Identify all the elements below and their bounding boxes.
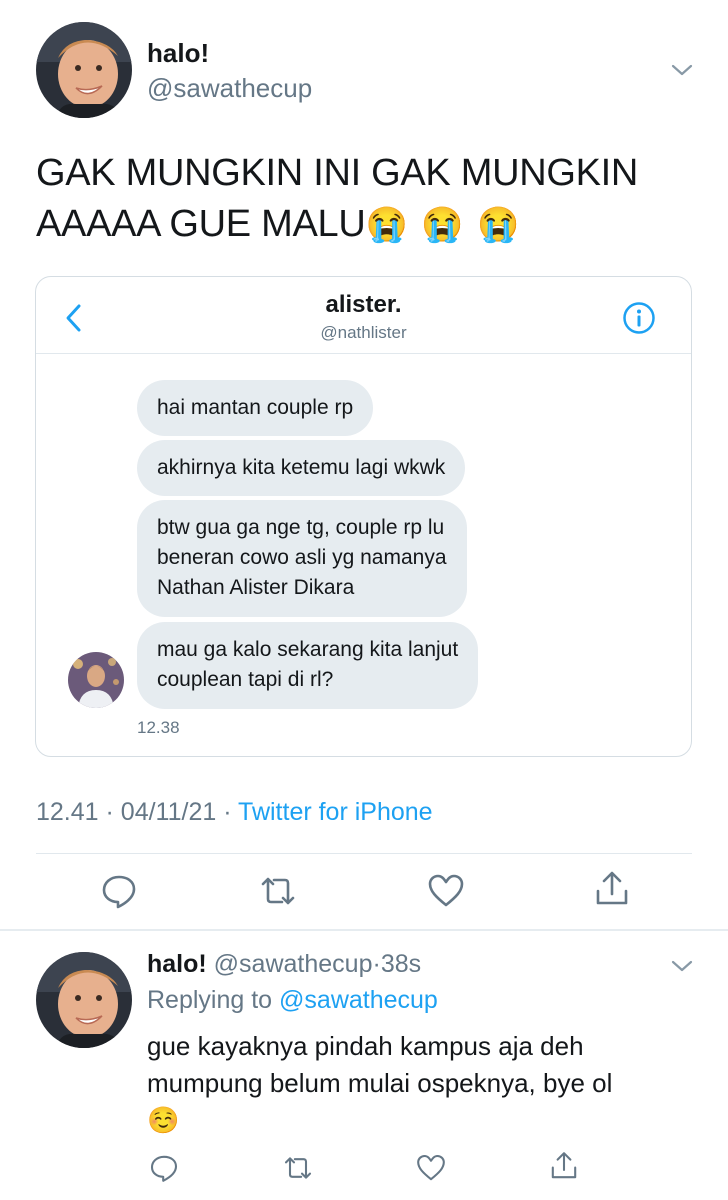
share-button[interactable] <box>548 1150 580 1182</box>
message-line: beneran cowo asli yg namanya <box>157 546 447 569</box>
replying-to-handle[interactable]: @sawathecup <box>279 986 438 1014</box>
meta-separator: · <box>372 950 381 978</box>
dm-timestamp: 12.38 <box>137 718 180 737</box>
reply-header: halo! @sawathecup·38s <box>147 950 421 979</box>
chevron-down-icon[interactable] <box>670 958 694 974</box>
reply-text-line: mumpung belum mulai ospeknya, bye ol <box>147 1068 613 1098</box>
like-button[interactable] <box>415 1152 447 1184</box>
like-icon <box>428 874 464 907</box>
retweet-button[interactable] <box>282 1152 314 1184</box>
tweet-text: GAK MUNGKIN INI GAK MUNGKIN AAAAA GUE MA… <box>36 148 696 251</box>
retweet-icon <box>284 1157 312 1179</box>
meta-separator: · <box>105 798 114 826</box>
info-icon <box>623 302 655 334</box>
message-bubble: btw gua ga nge tg, couple rp lu beneran … <box>137 500 467 617</box>
reply-author-avatar[interactable] <box>36 952 132 1048</box>
reply-text-line: gue kayaknya pindah kampus aja deh <box>147 1031 584 1061</box>
chevron-down-icon[interactable] <box>670 62 694 78</box>
tweet-source-link[interactable]: Twitter for iPhone <box>238 798 433 826</box>
retweet-icon <box>261 877 295 905</box>
dm-contact-avatar <box>68 652 124 708</box>
message-bubble: akhirnya kita ketemu lagi wkwk <box>137 440 466 496</box>
message-line: Nathan Alister Dikara <box>157 576 355 599</box>
tweet-date: 04/11/21 <box>120 798 217 826</box>
reply-icon <box>102 875 136 909</box>
reply-icon <box>150 1155 178 1182</box>
reply-button[interactable] <box>148 1152 180 1184</box>
message-line: couplean tapi di rl? <box>157 668 334 691</box>
smiling-emoji: ☺️ <box>147 1105 180 1135</box>
author-display-name[interactable]: halo! <box>147 38 209 69</box>
message-line: hai mantan couple rp <box>157 396 354 419</box>
tweet-text-line: GAK MUNGKIN INI GAK MUNGKIN <box>36 152 639 194</box>
dm-header: alister. @nathlister <box>36 277 691 354</box>
reply-text: gue kayaknya pindah kampus aja deh mumpu… <box>147 1028 707 1139</box>
message-bubble: hai mantan couple rp <box>137 380 374 436</box>
crying-emojis: 😭 😭 😭 <box>365 206 522 244</box>
reply-display-name[interactable]: halo! <box>147 950 207 978</box>
reply-age: 38s <box>380 950 422 978</box>
like-icon <box>417 1154 445 1181</box>
reply-button[interactable] <box>99 871 139 911</box>
message-bubble: mau ga kalo sekarang kita lanjut couplea… <box>137 622 479 709</box>
reply-handle[interactable]: @sawathecup <box>214 950 373 978</box>
share-icon <box>551 1152 577 1179</box>
message-line: btw gua ga nge tg, couple rp lu <box>157 516 445 539</box>
author-handle[interactable]: @sawathecup <box>147 73 312 104</box>
tweet-text-segment: AAAAA GUE MALU <box>36 203 366 245</box>
section-divider <box>0 929 728 931</box>
message-line: akhirnya kita ketemu lagi wkwk <box>157 456 446 479</box>
share-icon <box>596 871 628 905</box>
tweet-time: 12.41 <box>36 798 99 826</box>
message-line: mau ga kalo sekarang kita lanjut <box>157 638 459 661</box>
replying-label: Replying to <box>147 986 273 1014</box>
dm-contact-handle: @nathlister <box>320 323 407 342</box>
like-button[interactable] <box>426 871 466 911</box>
divider <box>36 853 692 854</box>
replying-to-line: Replying to @sawathecup <box>147 986 438 1015</box>
meta-separator: · <box>223 798 232 826</box>
retweet-button[interactable] <box>258 871 298 911</box>
share-button[interactable] <box>592 869 632 909</box>
tweet-text-line: AAAAA GUE MALU😭 😭 😭 <box>36 199 696 251</box>
dm-screenshot-image[interactable]: alister. @nathlister hai mantan couple r… <box>35 276 692 757</box>
tweet-meta: 12.41 · 04/11/21 · Twitter for iPhone <box>36 798 433 827</box>
dm-contact-name: alister. <box>325 291 402 318</box>
author-avatar[interactable] <box>36 22 132 118</box>
